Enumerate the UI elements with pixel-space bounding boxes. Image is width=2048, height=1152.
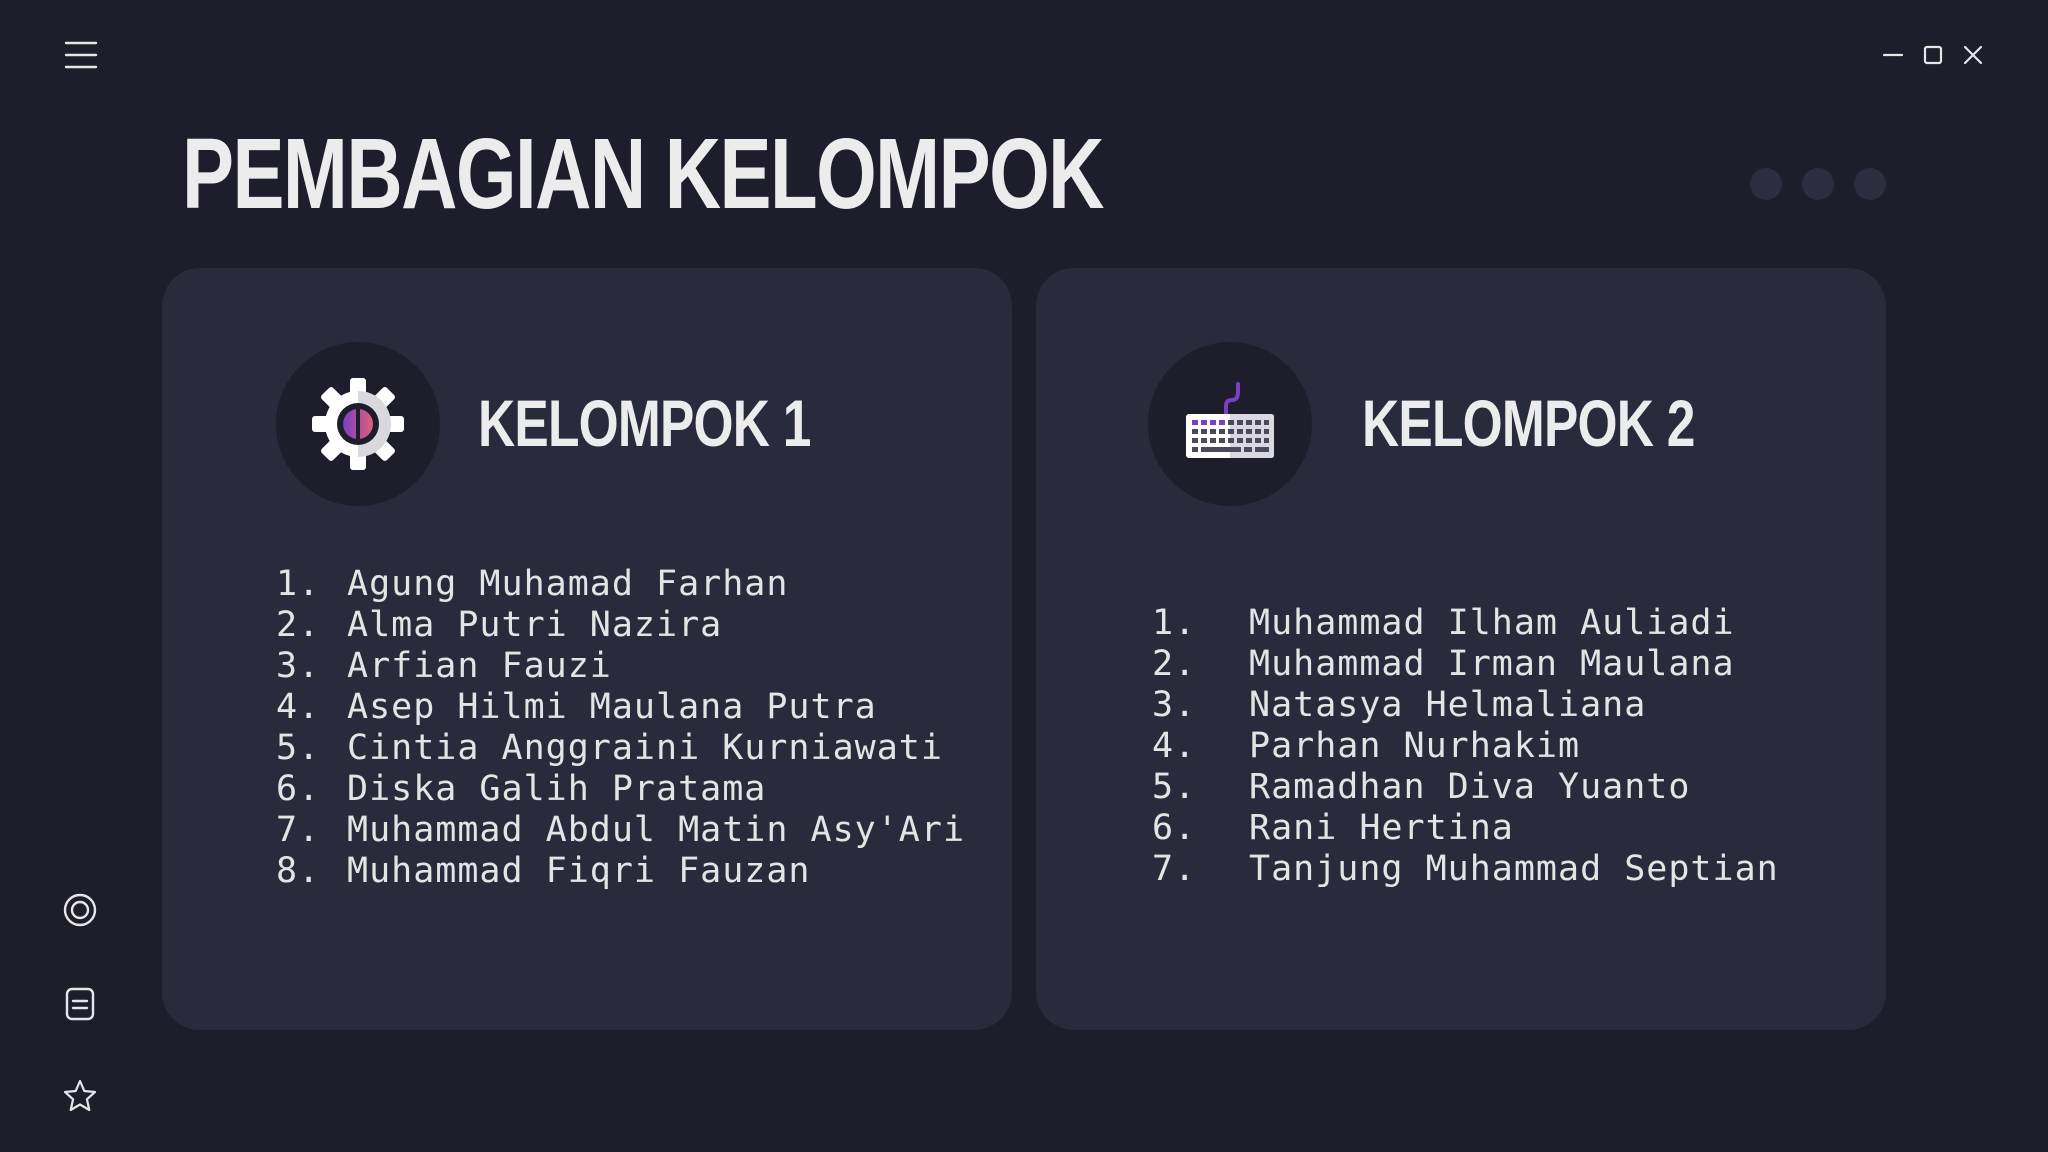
item-number: 3.: [1152, 685, 1197, 725]
list-item: 5. Cintia Anggraini Kurniawati: [276, 728, 965, 769]
item-number: 5.: [276, 728, 321, 768]
pager-dot[interactable]: [1854, 168, 1886, 200]
member-list: 1. Muhammad Ilham Auliadi 2. Muhammad Irma…: [1152, 603, 1779, 890]
item-number: 1.: [1152, 603, 1197, 643]
document-icon[interactable]: [62, 986, 98, 1022]
group-card-2: KELOMPOK 2 1. Muhammad Ilham Auliadi 2. Mu…: [1036, 268, 1886, 1030]
member-name: Muhammad Fiqri Fauzan: [347, 851, 811, 891]
minimize-icon[interactable]: [1882, 44, 1904, 66]
target-icon[interactable]: [62, 892, 98, 928]
list-item: 7. Muhammad Abdul Matin Asy'Ari: [276, 810, 965, 851]
item-number: 4.: [1152, 726, 1197, 766]
item-number: 6.: [276, 769, 321, 809]
item-number: 5.: [1152, 767, 1197, 807]
member-name: Alma Putri Nazira: [347, 605, 723, 645]
member-name: Rani Hertina: [1249, 808, 1514, 848]
list-item: 3. Natasya Helmaliana: [1152, 685, 1779, 726]
list-item: 4. Asep Hilmi Maulana Putra: [276, 687, 965, 728]
member-name: Diska Galih Pratama: [347, 769, 767, 809]
page-title: PEMBAGIAN KELOMPOK: [182, 118, 1105, 230]
group-title: KELOMPOK 1: [478, 386, 811, 460]
item-number: 4.: [276, 687, 321, 727]
pager-dot[interactable]: [1750, 168, 1782, 200]
maximize-icon[interactable]: [1922, 44, 1944, 66]
keyboard-icon: [1148, 342, 1312, 506]
member-name: Muhammad Abdul Matin Asy'Ari: [347, 810, 966, 850]
list-item: 1. Muhammad Ilham Auliadi: [1152, 603, 1779, 644]
list-item: 7. Tanjung Muhammad Septian: [1152, 849, 1779, 890]
item-number: 6.: [1152, 808, 1197, 848]
member-name: Muhammad Irman Maulana: [1249, 644, 1735, 684]
list-item: 1. Agung Muhamad Farhan: [276, 564, 965, 605]
member-name: Ramadhan Diva Yuanto: [1249, 767, 1691, 807]
window-controls: [1882, 44, 1984, 66]
member-name: Natasya Helmaliana: [1249, 685, 1647, 725]
member-list: 1. Agung Muhamad Farhan 2. Alma Putri Nazi…: [276, 564, 965, 892]
pager-dots: [1750, 168, 1886, 200]
pager-dot[interactable]: [1802, 168, 1834, 200]
member-name: Tanjung Muhammad Septian: [1249, 849, 1779, 889]
star-icon[interactable]: [62, 1078, 98, 1114]
item-number: 1.: [276, 564, 321, 604]
gear-icon: [276, 342, 440, 506]
hamburger-menu-icon[interactable]: [64, 38, 98, 72]
member-name: Cintia Anggraini Kurniawati: [347, 728, 943, 768]
member-name: Arfian Fauzi: [347, 646, 612, 686]
list-item: 6. Diska Galih Pratama: [276, 769, 965, 810]
list-item: 2. Alma Putri Nazira: [276, 605, 965, 646]
list-item: 4. Parhan Nurhakim: [1152, 726, 1779, 767]
member-name: Agung Muhamad Farhan: [347, 564, 789, 604]
list-item: 6. Rani Hertina: [1152, 808, 1779, 849]
list-item: 2. Muhammad Irman Maulana: [1152, 644, 1779, 685]
item-number: 7.: [276, 810, 321, 850]
item-number: 7.: [1152, 849, 1197, 889]
item-number: 2.: [276, 605, 321, 645]
item-number: 3.: [276, 646, 321, 686]
list-item: 8. Muhammad Fiqri Fauzan: [276, 851, 965, 892]
list-item: 3. Arfian Fauzi: [276, 646, 965, 687]
member-name: Parhan Nurhakim: [1249, 726, 1581, 766]
group-title: KELOMPOK 2: [1362, 386, 1695, 460]
slide-screen: PEMBAGIAN KELOMPOK KELOMPOK 1 1. Agung M…: [0, 0, 2048, 1152]
close-icon[interactable]: [1962, 44, 1984, 66]
item-number: 8.: [276, 851, 321, 891]
member-name: Asep Hilmi Maulana Putra: [347, 687, 877, 727]
group-card-1: KELOMPOK 1 1. Agung Muhamad Farhan 2. Alma…: [162, 268, 1012, 1030]
member-name: Muhammad Ilham Auliadi: [1249, 603, 1735, 643]
item-number: 2.: [1152, 644, 1197, 684]
list-item: 5. Ramadhan Diva Yuanto: [1152, 767, 1779, 808]
